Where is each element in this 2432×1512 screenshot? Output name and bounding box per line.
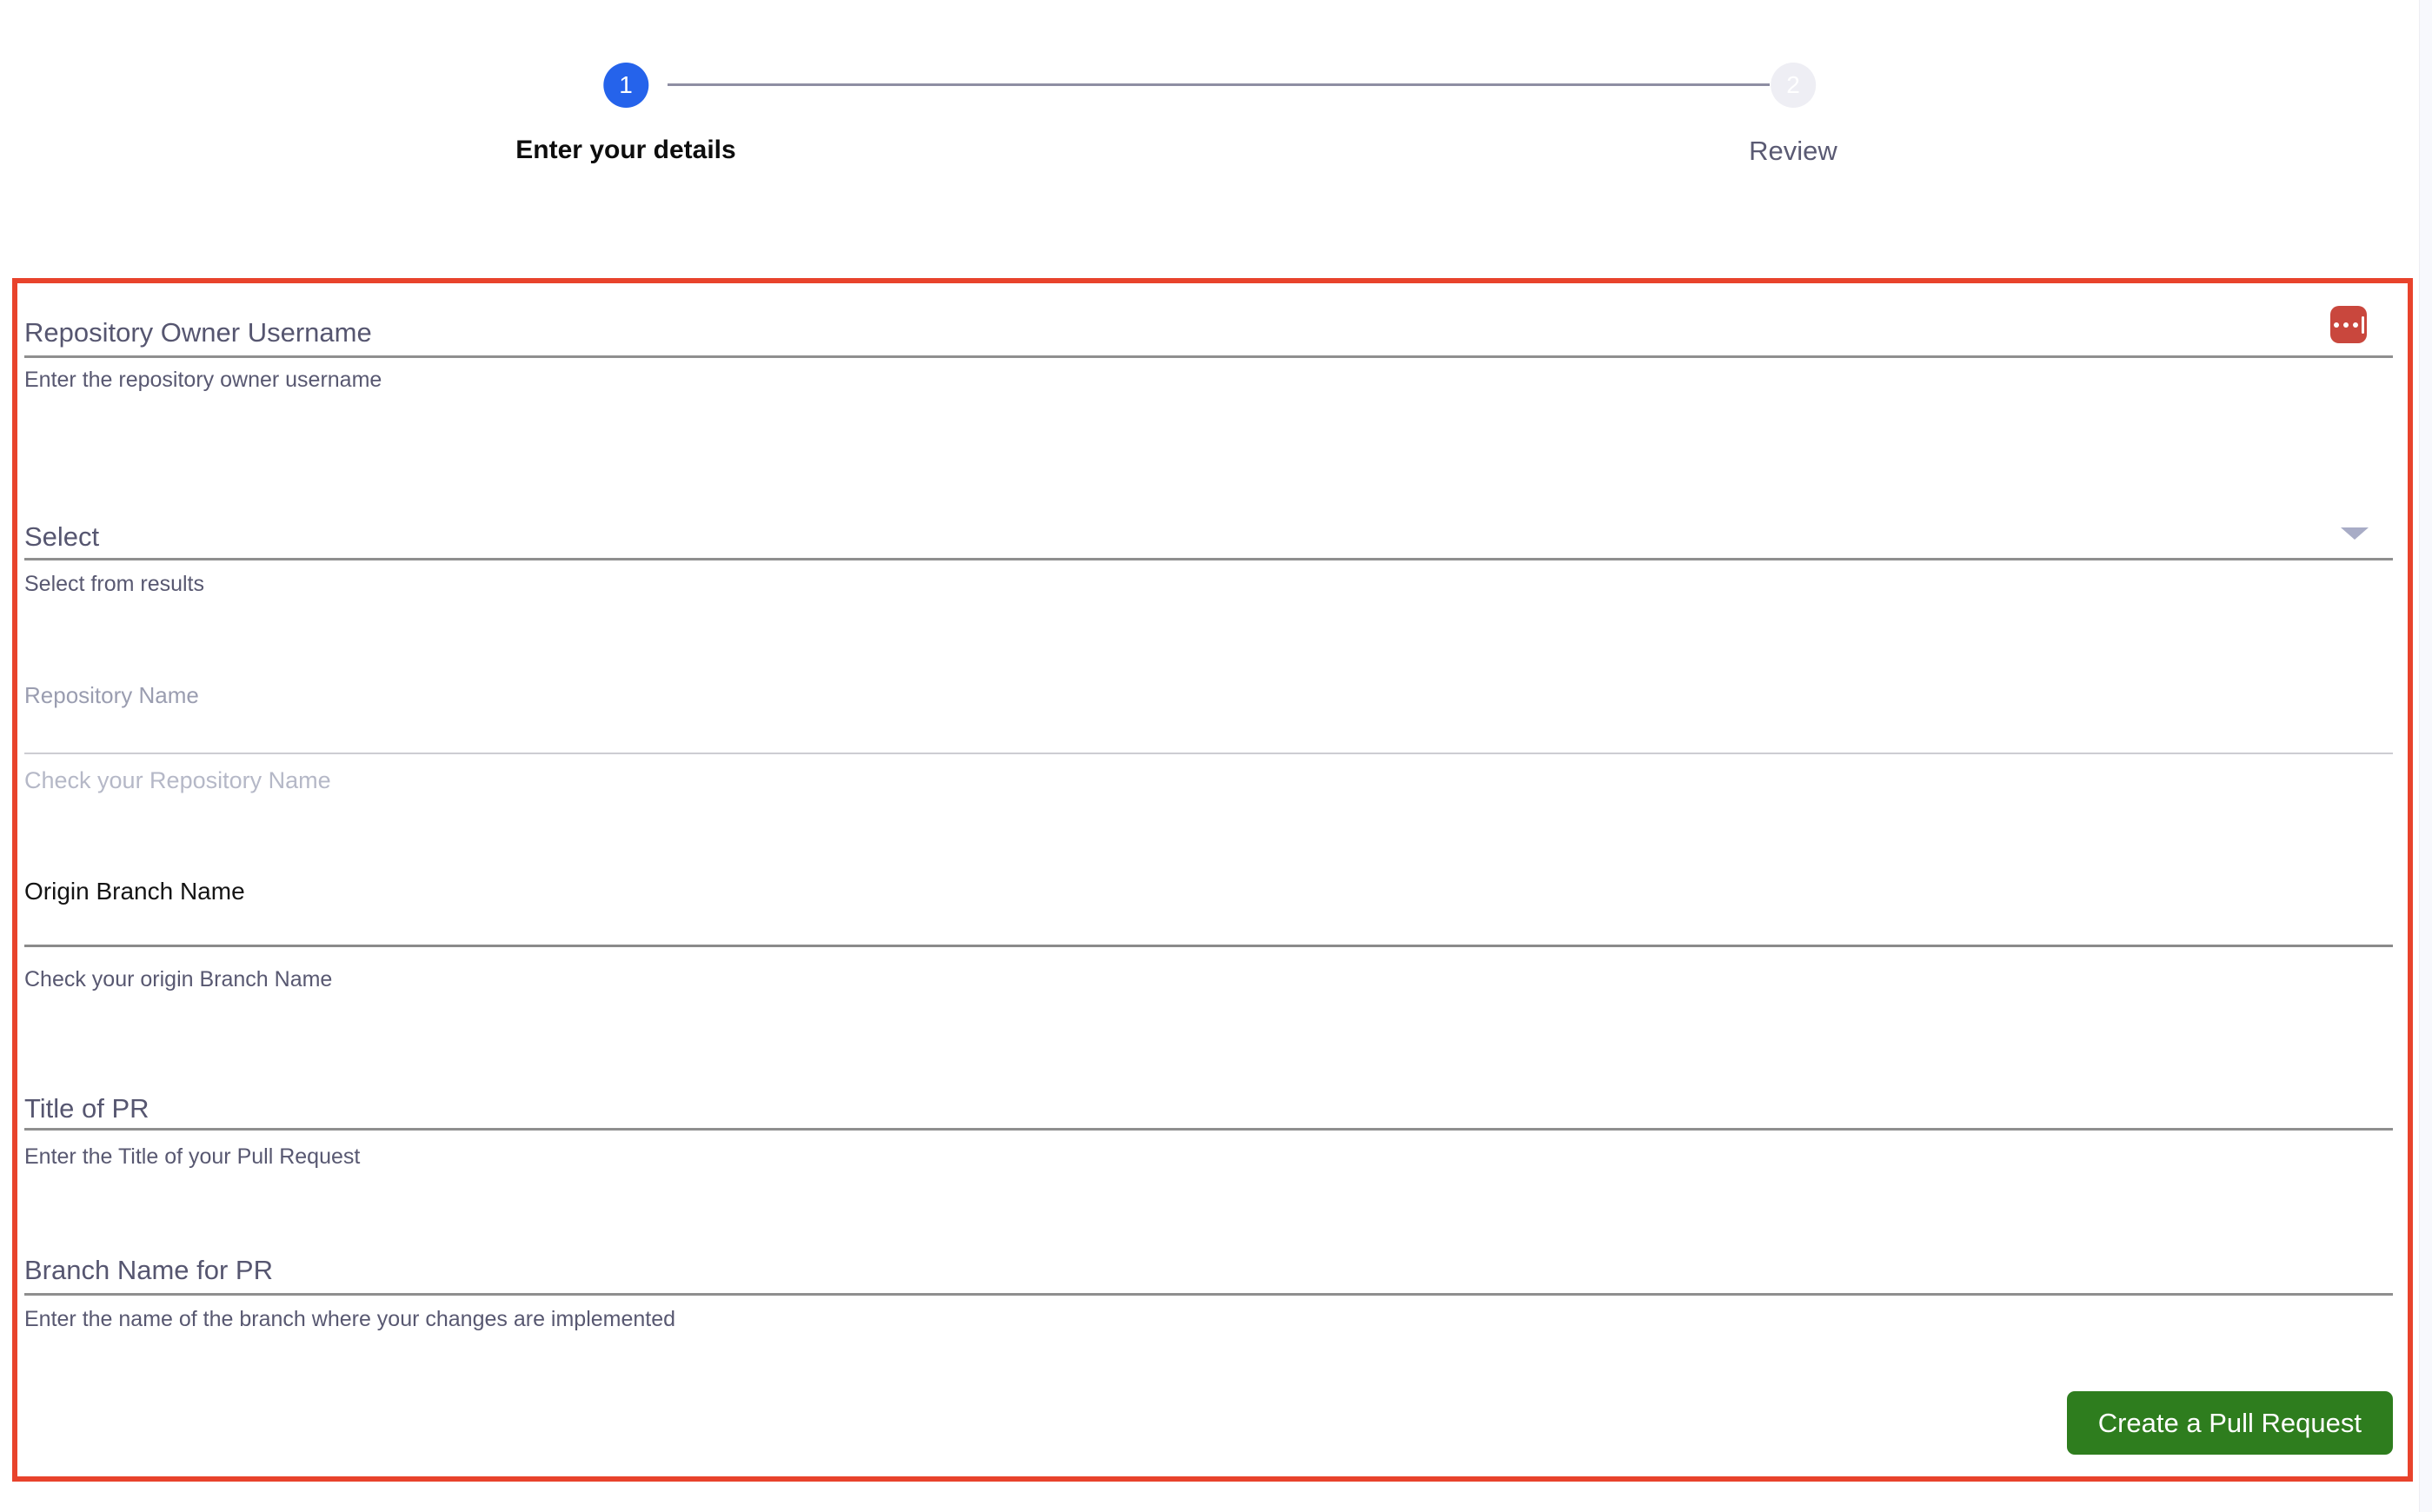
chevron-down-icon[interactable] xyxy=(2341,527,2369,540)
repository-name-input[interactable]: Repository Name xyxy=(24,682,2393,709)
field-repository-owner-username: Repository Owner Username Enter the repo… xyxy=(24,306,2393,393)
step-2-number: 2 xyxy=(1786,71,1800,98)
step-2-label: Review xyxy=(1749,136,1837,166)
field-repository-select: Select Select from results xyxy=(24,521,2393,597)
repository-owner-username-input[interactable]: Repository Owner Username xyxy=(24,316,2393,348)
pr-branch-name-input[interactable]: Branch Name for PR xyxy=(24,1254,2393,1286)
origin-branch-name-input[interactable]: Origin Branch Name xyxy=(24,877,2393,906)
create-pull-request-button[interactable]: Create a Pull Request xyxy=(2066,1391,2393,1455)
step-2-circle[interactable]: 2 xyxy=(1771,63,1816,108)
pr-branch-name-underline xyxy=(24,1293,2393,1296)
password-manager-cursor-bar xyxy=(2361,315,2364,334)
repository-select-underline xyxy=(24,558,2393,560)
stepper: 1 Enter your details 2 Review xyxy=(0,0,2432,191)
step-1-label: Enter your details xyxy=(515,136,736,164)
pr-title-helper: Enter the Title of your Pull Request xyxy=(24,1144,361,1169)
password-manager-dots xyxy=(2333,322,2358,328)
repository-name-underline xyxy=(24,753,2393,754)
page: 1 Enter your details 2 Review Repository… xyxy=(0,0,2432,1512)
step-1-number: 1 xyxy=(619,71,633,98)
repository-owner-username-underline xyxy=(24,355,2393,358)
repository-select-input[interactable]: Select xyxy=(24,521,2393,553)
field-repository-name: Repository Name Check your Repository Na… xyxy=(24,682,2393,794)
repository-select-helper: Select from results xyxy=(24,572,205,596)
origin-branch-name-helper: Check your origin Branch Name xyxy=(24,967,333,991)
stepper-step-review[interactable]: 2 Review xyxy=(1749,63,1837,167)
origin-branch-name-underline xyxy=(24,945,2393,947)
pr-title-underline xyxy=(24,1128,2393,1131)
stepper-step-enter-details[interactable]: 1 Enter your details xyxy=(515,63,736,165)
vertical-scrollbar[interactable] xyxy=(2419,0,2432,1512)
form-actions: Create a Pull Request xyxy=(24,1391,2393,1455)
repository-owner-username-helper: Enter the repository owner username xyxy=(24,368,382,392)
field-origin-branch-name: Origin Branch Name Check your origin Bra… xyxy=(24,877,2393,992)
pr-branch-name-helper: Enter the name of the branch where your … xyxy=(24,1307,676,1331)
stepper-connector-line xyxy=(668,83,1770,86)
pull-request-form: Repository Owner Username Enter the repo… xyxy=(12,278,2413,1482)
password-manager-ellipsis-icon[interactable] xyxy=(2330,306,2367,343)
field-pr-title: Title of PR Enter the Title of your Pull… xyxy=(24,1092,2393,1170)
pr-title-input[interactable]: Title of PR xyxy=(24,1092,2393,1124)
field-pr-branch-name: Branch Name for PR Enter the name of the… xyxy=(24,1254,2393,1332)
step-1-circle[interactable]: 1 xyxy=(603,63,648,108)
repository-name-helper: Check your Repository Name xyxy=(24,767,331,793)
